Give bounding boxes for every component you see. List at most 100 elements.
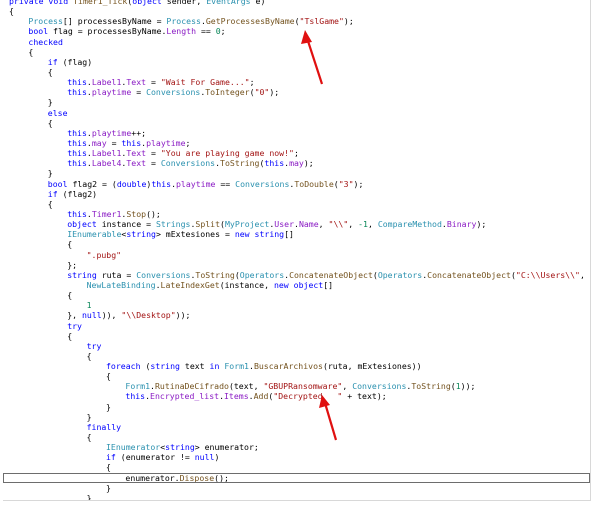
code-token: Dispose: [179, 472, 215, 483]
code-line[interactable]: object instance = Strings.Split(MyProjec…: [9, 219, 590, 229]
code-token: ++;: [131, 127, 147, 138]
code-token: Form1: [224, 361, 249, 372]
code-token: flag = processesByName.: [53, 26, 167, 37]
code-line[interactable]: }: [9, 168, 590, 178]
code-token: []: [284, 229, 294, 240]
code-token: if: [47, 188, 63, 199]
code-line[interactable]: IEnumerable<string> mExtesiones = new st…: [9, 229, 590, 239]
code-line[interactable]: }: [9, 412, 590, 422]
code-line[interactable]: }: [9, 97, 590, 107]
code-token: sender,: [166, 0, 207, 6]
code-line[interactable]: NewLateBinding.LateIndexGet(instance, ne…: [9, 280, 590, 290]
code-line[interactable]: IEnumerator<string> enumerator;: [9, 442, 590, 452]
code-token: ".pubg": [86, 249, 122, 260]
code-token: =: [151, 158, 161, 169]
code-token: "3": [338, 178, 354, 189]
code-token: ToString: [411, 381, 451, 392]
code-line[interactable]: }: [9, 483, 590, 493]
code-line[interactable]: {: [9, 351, 590, 361]
code-line[interactable]: ".pubg": [9, 250, 590, 260]
code-line[interactable]: Process[] processesByName = Process.GetP…: [9, 16, 590, 26]
code-line[interactable]: {: [9, 239, 590, 249]
code-token: may: [91, 137, 112, 148]
code-token: )),: [101, 310, 122, 321]
code-token: ruta =: [101, 269, 137, 280]
code-token: {: [86, 350, 92, 361]
code-line[interactable]: }: [9, 493, 590, 500]
code-token: ,: [367, 219, 378, 230]
code-token: if: [47, 56, 63, 67]
code-line[interactable]: if (flag): [9, 57, 590, 67]
code-line[interactable]: {: [9, 47, 590, 57]
code-line[interactable]: bool flag2 = (double)this.playtime == Co…: [9, 179, 590, 189]
code-view[interactable]: private void Timer1_Tick(object sender, …: [3, 0, 590, 500]
code-line[interactable]: string ruta = Conversions.ToString(Opera…: [9, 270, 590, 280]
code-line[interactable]: this.may = this.playtime;: [9, 138, 590, 148]
code-token: Label1: [91, 77, 122, 88]
code-token: e): [255, 0, 266, 6]
code-line[interactable]: checked: [9, 37, 590, 47]
code-token: Items: [224, 391, 249, 402]
code-line[interactable]: this.Timer1.Stop();: [9, 209, 590, 219]
code-token: =: [151, 77, 161, 88]
code-token: ==: [220, 178, 236, 189]
code-line[interactable]: {: [9, 67, 590, 77]
code-token: "Wait For Game...": [160, 77, 250, 88]
code-line[interactable]: foreach (string text in Form1.BuscarArch…: [9, 361, 590, 371]
code-line[interactable]: {: [9, 290, 590, 300]
code-line[interactable]: try: [9, 321, 590, 331]
code-line[interactable]: 1: [9, 300, 590, 310]
code-line[interactable]: this.playtime = Conversions.ToInteger("0…: [9, 87, 590, 97]
code-line[interactable]: {: [9, 432, 590, 442]
code-line[interactable]: {: [9, 118, 590, 128]
code-token: ;: [185, 137, 191, 148]
code-line[interactable]: this.Label4.Text = Conversions.ToString(…: [9, 158, 590, 168]
code-token: );: [303, 158, 314, 169]
code-token: try: [67, 320, 82, 331]
code-line[interactable]: bool flag = processesByName.Length == 0;: [9, 26, 590, 36]
code-line[interactable]: {: [9, 371, 590, 381]
code-token: string: [126, 229, 156, 240]
code-line[interactable]: this.Encrypted_list.Items.Add("Decrypted…: [9, 391, 590, 401]
code-token: ();: [214, 472, 229, 483]
code-token: "Decrypted ": [273, 391, 343, 402]
code-line[interactable]: {: [9, 331, 590, 341]
code-line[interactable]: {: [9, 6, 590, 16]
code-line[interactable]: else: [9, 108, 590, 118]
code-line[interactable]: this.playtime++;: [9, 128, 590, 138]
code-line[interactable]: if (enumerator != null): [9, 452, 590, 462]
code-token: > enumerator;: [194, 442, 259, 453]
code-line[interactable]: }, null)), "\\Desktop"));: [9, 310, 590, 320]
code-token: {: [67, 330, 73, 341]
code-line[interactable]: {: [9, 462, 590, 472]
code-token: {: [67, 239, 73, 250]
code-token: "TslGame": [299, 16, 344, 27]
code-line[interactable]: };: [9, 260, 590, 270]
code-line[interactable]: enumerator.Dispose();: [3, 472, 590, 483]
code-token: may: [289, 158, 304, 169]
code-token: "0": [254, 87, 270, 98]
code-line[interactable]: try: [9, 341, 590, 351]
code-token: ): [214, 452, 220, 463]
code-token: ,: [318, 219, 329, 230]
code-token: {: [47, 117, 53, 128]
code-line[interactable]: }: [9, 402, 590, 412]
code-line[interactable]: this.Label1.Text = "You are playing game…: [9, 148, 590, 158]
code-token: playtime: [91, 127, 132, 138]
code-token: Operators: [377, 269, 423, 280]
code-token: double: [116, 178, 147, 189]
code-token: ConcatenateObject: [427, 269, 511, 280]
code-token: ConcatenateObject: [289, 269, 373, 280]
code-token: "\\Desktop": [121, 310, 176, 321]
code-line[interactable]: if (flag2): [9, 189, 590, 199]
code-line[interactable]: Form1.RutinaDeCifrado(text, "GBUPRansomw…: [9, 381, 590, 391]
code-token: Add: [253, 391, 269, 402]
code-token: 1: [86, 300, 92, 311]
code-token: text: [184, 361, 210, 372]
code-line[interactable]: {: [9, 199, 590, 209]
code-editor-panel[interactable]: private void Timer1_Tick(object sender, …: [3, 0, 591, 501]
code-line[interactable]: finally: [9, 422, 590, 432]
code-line[interactable]: this.Label1.Text = "Wait For Game...";: [9, 77, 590, 87]
code-token: ,: [579, 269, 585, 280]
code-token: Conversions: [160, 158, 216, 169]
